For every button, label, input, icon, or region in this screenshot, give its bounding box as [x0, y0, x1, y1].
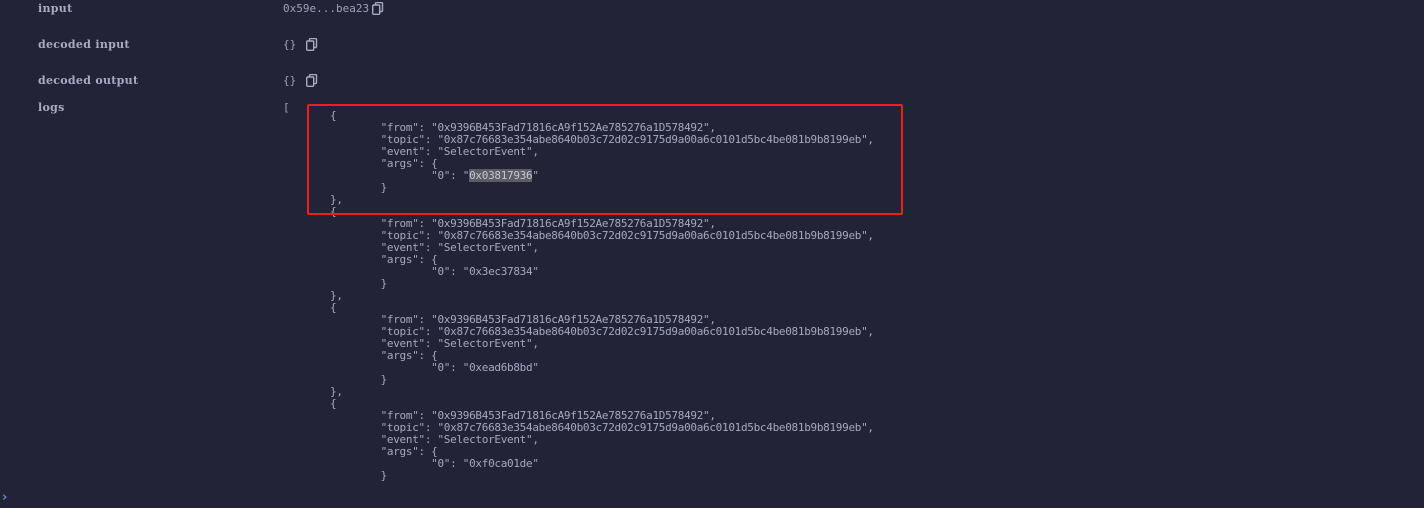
log-args-close: }: [330, 469, 388, 482]
log-arg-line: "0": "0x3ec37834": [330, 265, 539, 278]
log-close-brace: },: [330, 193, 343, 206]
field-label-logs: logs: [38, 101, 65, 114]
log-args-close: }: [330, 277, 388, 290]
console-prompt-icon[interactable]: ›: [2, 490, 7, 505]
log-close-brace: },: [330, 385, 343, 398]
field-value-decoded-input: {}: [283, 38, 297, 51]
log-arg-line: "0": "0xf0ca01de": [330, 457, 539, 470]
logs-json[interactable]: { "from": "0x9396B453Fad71816cA9f152Ae78…: [330, 110, 874, 482]
copy-icon[interactable]: [372, 2, 384, 15]
logs-open-bracket: [: [283, 101, 290, 114]
log-arg-line: "0": "0x03817936": [330, 169, 539, 182]
field-label-decoded-input: decoded input: [38, 38, 130, 51]
field-value-decoded-output: {}: [283, 74, 297, 87]
field-value-input[interactable]: 0x59e...bea23: [283, 2, 369, 15]
field-label-decoded-output: decoded output: [38, 74, 139, 87]
field-label-input: input: [38, 2, 73, 15]
log-args-close: }: [330, 181, 388, 194]
log-arg-line: "0": "0xead6b8bd": [330, 361, 539, 374]
selected-text[interactable]: 0x03817936: [469, 169, 533, 182]
copy-icon[interactable]: [306, 38, 318, 51]
log-close-brace: },: [330, 289, 343, 302]
copy-icon[interactable]: [306, 74, 318, 87]
log-args-close: }: [330, 373, 388, 386]
